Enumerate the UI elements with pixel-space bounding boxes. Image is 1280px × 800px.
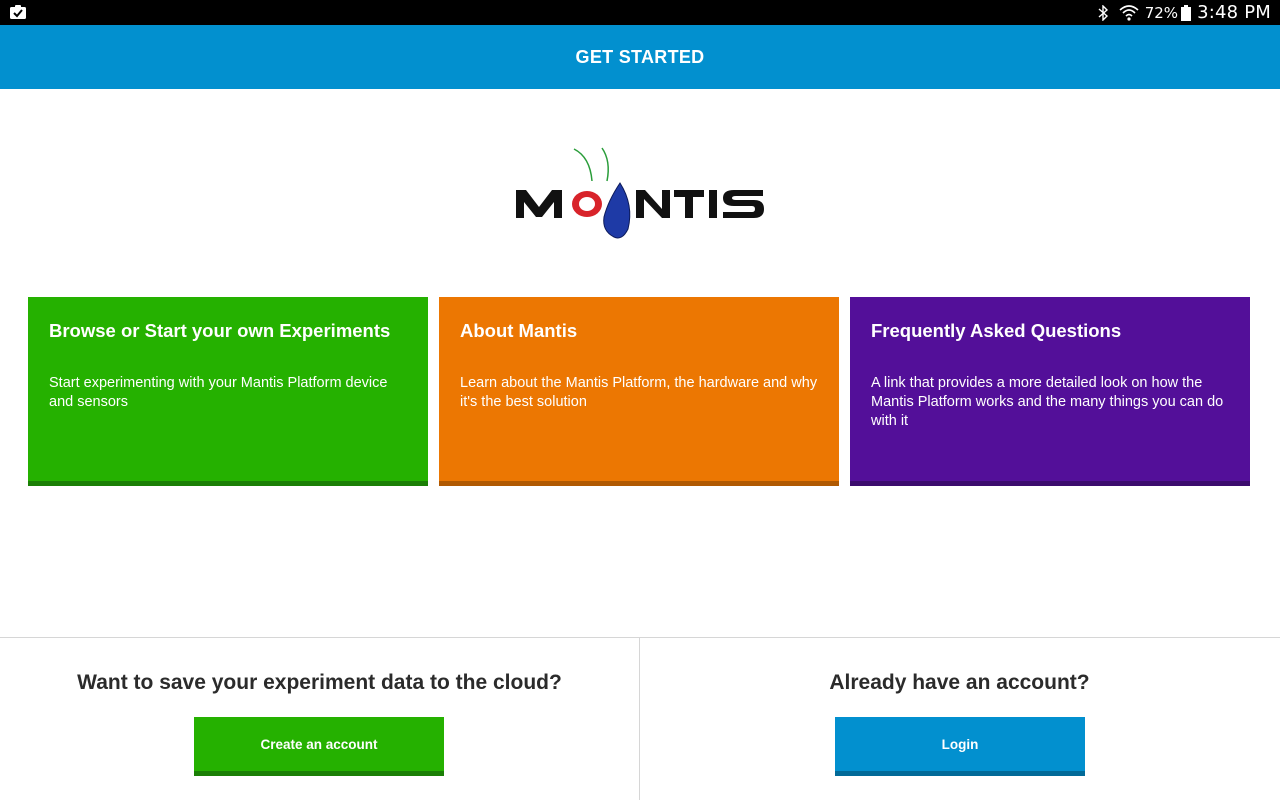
mantis-logo bbox=[516, 147, 764, 239]
status-bar: 72% 3:48 PM bbox=[0, 0, 1280, 25]
create-account-button[interactable]: Create an account bbox=[194, 717, 444, 776]
card-browse-experiments[interactable]: Browse or Start your own Experiments Sta… bbox=[28, 297, 428, 486]
card-title: Frequently Asked Questions bbox=[871, 320, 1122, 341]
login-button[interactable]: Login bbox=[835, 717, 1085, 776]
battery-percent: 72% bbox=[1144, 3, 1179, 22]
card-about-mantis[interactable]: About Mantis Learn about the Mantis Plat… bbox=[439, 297, 839, 486]
card-faq[interactable]: Frequently Asked Questions A link that p… bbox=[850, 297, 1250, 486]
clipboard-check-icon bbox=[10, 5, 26, 19]
bluetooth-icon bbox=[1098, 4, 1108, 21]
card-title: About Mantis bbox=[460, 320, 578, 341]
login-heading: Already have an account? bbox=[829, 671, 1090, 694]
card-description: A link that provides a more detailed loo… bbox=[871, 375, 1224, 429]
card-description: Start experimenting with your Mantis Pla… bbox=[49, 375, 388, 410]
card-description: Learn about the Mantis Platform, the har… bbox=[460, 375, 818, 410]
app-bar: GET STARTED bbox=[0, 25, 1280, 89]
wifi-icon bbox=[1119, 4, 1139, 21]
page-title: GET STARTED bbox=[575, 46, 705, 67]
login-section: Already have an account? Login bbox=[640, 638, 1279, 800]
card-title: Browse or Start your own Experiments bbox=[49, 320, 391, 341]
signup-heading: Want to save your experiment data to the… bbox=[77, 671, 562, 694]
status-icons: 72% 3:48 PM bbox=[1097, 0, 1271, 25]
signup-section: Want to save your experiment data to the… bbox=[0, 638, 639, 800]
status-time: 3:48 PM bbox=[1197, 2, 1271, 23]
battery-icon bbox=[1181, 4, 1192, 21]
